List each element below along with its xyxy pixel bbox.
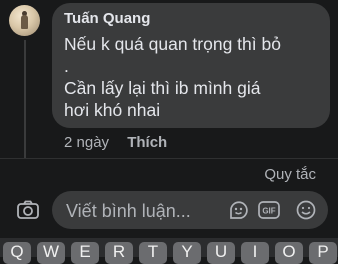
- comment-meta: 2 ngày Thích: [64, 134, 167, 151]
- comment-body: Nếu k quá quan trọng thì bỏ . Cần lấy lạ…: [64, 33, 326, 121]
- comment-timestamp[interactable]: 2 ngày: [64, 134, 109, 151]
- keyboard-key[interactable]: T: [139, 242, 167, 264]
- emoji-icon[interactable]: [295, 200, 317, 220]
- comment-line: Cần lấy lại thì ib mình giá: [64, 78, 261, 98]
- sticker-icon[interactable]: [228, 200, 250, 220]
- comment-composer[interactable]: GIF: [52, 191, 328, 231]
- avatar-figure-body: [21, 15, 28, 29]
- keyboard-key[interactable]: R: [105, 242, 133, 264]
- keyboard-key[interactable]: Y: [173, 242, 201, 264]
- comment-author[interactable]: Tuấn Quang: [64, 10, 150, 27]
- thread-line: [24, 40, 26, 158]
- keyboard-key[interactable]: U: [207, 242, 235, 264]
- keyboard-key[interactable]: E: [71, 242, 99, 264]
- keyboard-key[interactable]: I: [241, 242, 269, 264]
- keyboard-key[interactable]: Q: [3, 242, 31, 264]
- like-button[interactable]: Thích: [127, 134, 167, 151]
- comment-line: .: [64, 56, 69, 76]
- rules-link[interactable]: Quy tắc: [264, 166, 316, 183]
- comment-input[interactable]: [64, 191, 228, 231]
- avatar[interactable]: [9, 5, 40, 36]
- svg-text:GIF: GIF: [262, 207, 275, 216]
- keyboard: Q W E R T Y U I O P: [0, 238, 338, 264]
- camera-icon[interactable]: [16, 199, 40, 221]
- keyboard-key[interactable]: P: [309, 242, 337, 264]
- gif-icon[interactable]: GIF: [258, 200, 280, 220]
- comment-line: hơi khó nhai: [64, 100, 161, 120]
- keyboard-key[interactable]: W: [37, 242, 65, 264]
- divider: [0, 158, 338, 159]
- keyboard-key[interactable]: O: [275, 242, 303, 264]
- comment-line: Nếu k quá quan trọng thì bỏ: [64, 34, 281, 54]
